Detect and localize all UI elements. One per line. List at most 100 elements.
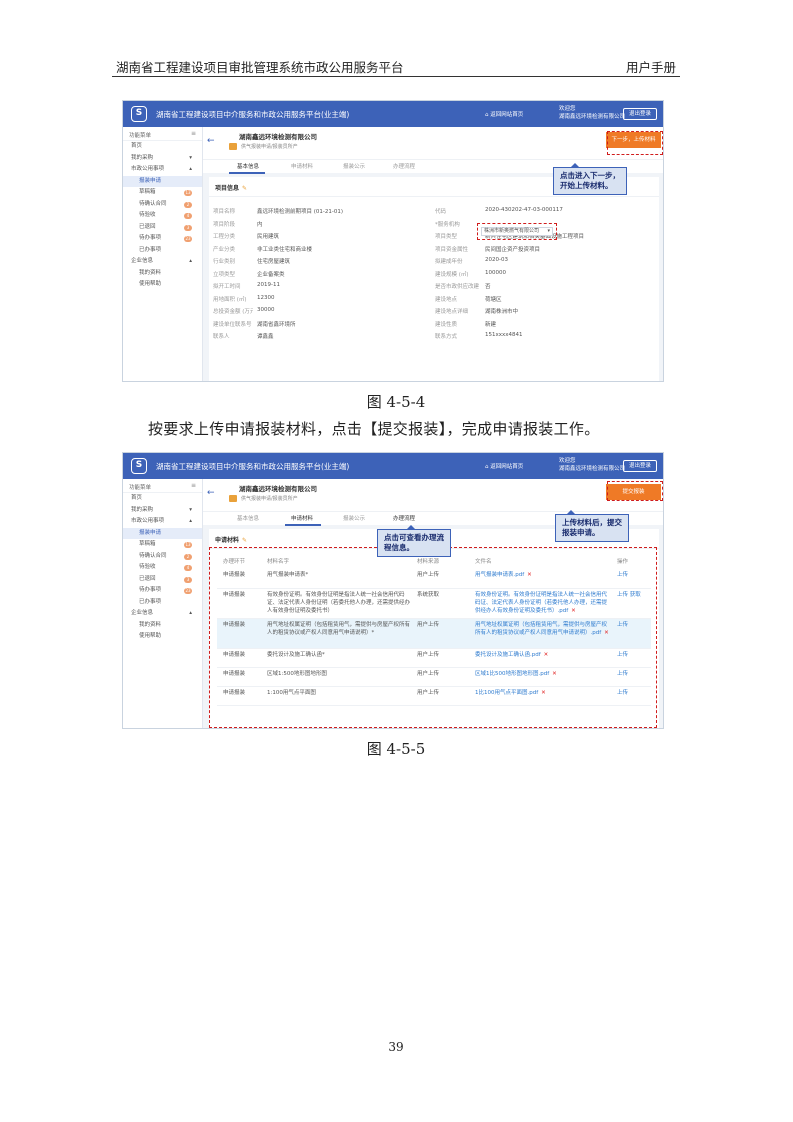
field-label: 是否市政供应改建: [435, 284, 479, 290]
sidebar-item-label: 待验收: [139, 212, 156, 218]
logout-button[interactable]: 退出登录: [623, 108, 657, 120]
sidebar-item-label: 使用帮助: [139, 633, 162, 639]
sidebar-item-label: 企业信息: [131, 258, 154, 264]
sidebar-item[interactable]: 使用帮助: [123, 631, 202, 643]
sidebar-item[interactable]: 我的采购 ▾: [123, 153, 202, 165]
sidebar-item-label: 我的资料: [139, 621, 162, 628]
field-label: 行业类别: [213, 259, 236, 265]
field-label: 拟开工时间: [213, 284, 241, 290]
sidebar-item[interactable]: 待确认合同 2: [123, 551, 202, 563]
field-value: 民间国企资产投资项目: [485, 246, 541, 253]
user-info: 欢迎您 湖南鑫远环境检测有限公司: [559, 458, 626, 472]
header-title: 湖南省工程建设项目审批管理系统市政公用服务平台: [116, 60, 404, 75]
sidebar-item-label: 报装申请: [139, 529, 162, 536]
sidebar-item[interactable]: 报装申请: [123, 175, 202, 187]
tab-basic-info[interactable]: 基本信息: [237, 514, 259, 522]
count-badge: 23: [184, 236, 192, 242]
tab-materials[interactable]: 申请材料: [291, 162, 313, 170]
logout-button[interactable]: 退出登录: [623, 460, 657, 472]
sidebar-item-label: 已退回: [139, 575, 156, 582]
tab-process[interactable]: 办理流程: [393, 162, 415, 170]
sidebar-item-label: 草稿箱: [139, 541, 156, 547]
app-topbar: S 湖南省工程建设项目中介服务和市政公用服务平台(业主端) ⌂ 返回网站首页 欢…: [123, 101, 663, 127]
sidebar-item[interactable]: 草稿箱 13: [123, 187, 202, 199]
sidebar-item-label: 已退回: [139, 223, 156, 230]
sidebar-item-label: 我的资料: [139, 269, 162, 276]
app-logo-icon: S: [131, 106, 147, 122]
sidebar-item[interactable]: 我的资料: [123, 268, 202, 280]
folder-icon: [229, 495, 237, 502]
company-bar: ← 湖南鑫远环境检测有限公司 供气报装申请/报装员所产 下一步，上传材料: [203, 127, 663, 159]
menu-toggle-icon[interactable]: ≡: [191, 482, 196, 489]
menu-toggle-icon[interactable]: ≡: [191, 130, 196, 137]
field-value: 湖南株洲市中: [485, 309, 519, 315]
field-label: *服务机构: [435, 221, 460, 228]
app-title: 湖南省工程建设项目中介服务和市政公用服务平台(业主端): [156, 110, 350, 119]
tab-basic-info[interactable]: 基本信息: [237, 162, 259, 170]
app-title: 湖南省工程建设项目中介服务和市政公用服务平台(业主端): [156, 462, 350, 471]
project-info-card: 项目信息 ✎ 项目名称 鑫远环境检测前期项目 (01-21-01) 项目阶段 内工程分类…: [209, 177, 659, 381]
return-home-link[interactable]: ⌂ 返回网站首页: [485, 462, 523, 470]
chevron-icon: ▾: [189, 506, 192, 513]
tab-publicity[interactable]: 报装公示: [343, 514, 365, 522]
field-value: 民用建筑: [257, 234, 280, 240]
count-badge: 13: [184, 190, 192, 196]
field-value: 151xxxx4841: [485, 332, 523, 338]
field-value: 非工业类住宅和商业楼: [257, 246, 313, 253]
tab-materials[interactable]: 申请材料: [291, 514, 313, 522]
field-value: 12300: [257, 294, 275, 301]
sidebar: 功能菜单 ≡ 首页 我的采购 ▾ 市政公用事项 ▴ 报装申请 草稿箱 13 待确认合同 2 待验收 4 已…: [123, 479, 203, 728]
sidebar-item[interactable]: 企业信息 ▴: [123, 256, 202, 268]
field-label: 项目类型: [435, 234, 458, 240]
sidebar-item[interactable]: 待办事项 23: [123, 233, 202, 245]
chevron-icon: ▾: [189, 154, 192, 161]
sidebar-item[interactable]: 市政公用事项 ▴: [123, 516, 202, 528]
callout-next: 点击进入下一步， 开始上传材料。: [553, 163, 627, 195]
field-label: 建设单位联系号: [213, 321, 252, 328]
sidebar-item[interactable]: 我的资料: [123, 620, 202, 632]
sidebar-item[interactable]: 报装申请: [123, 527, 202, 539]
company-sub: 供气报装申请/报装员所产: [241, 144, 298, 150]
edit-icon: ✎: [242, 537, 248, 544]
field-value: 荷塘区: [485, 296, 502, 303]
page-header: 湖南省工程建设项目审批管理系统市政公用服务平台 用户手册: [112, 55, 680, 77]
field-value: 30000: [257, 307, 275, 313]
field-label: 产业分类: [213, 246, 236, 253]
tab-indicator: [229, 172, 265, 174]
sidebar-item[interactable]: 企业信息 ▴: [123, 608, 202, 620]
chevron-icon: ▴: [189, 610, 192, 616]
sidebar-item[interactable]: 草稿箱 13: [123, 539, 202, 551]
sidebar-item[interactable]: 市政公用事项 ▴: [123, 164, 202, 176]
main-area: ← 湖南鑫远环境检测有限公司 供气报装申请/报装员所产 下一步，上传材料 基本信…: [203, 127, 663, 381]
sidebar-item-label: 我的采购: [131, 506, 154, 513]
count-badge: 13: [184, 542, 192, 548]
field-value: 企业备案类: [257, 271, 285, 278]
back-arrow-icon[interactable]: ←: [207, 136, 215, 146]
sidebar-item[interactable]: 首页: [123, 493, 202, 505]
sidebar-item[interactable]: 已退回 3: [123, 574, 202, 586]
sidebar-item[interactable]: 我的采购 ▾: [123, 505, 202, 517]
tab-publicity[interactable]: 报装公示: [343, 162, 365, 170]
field-label: 拟建成年份: [435, 259, 463, 265]
sidebar-item[interactable]: 待办事项 23: [123, 585, 202, 597]
sidebar-item[interactable]: 待验收 4: [123, 562, 202, 574]
app-logo-icon: S: [131, 458, 147, 474]
field-value: 住宅房屋建筑: [257, 259, 291, 265]
sidebar-item[interactable]: 已退回 3: [123, 222, 202, 234]
return-home-link[interactable]: ⌂ 返回网站首页: [485, 110, 523, 118]
back-arrow-icon[interactable]: ←: [207, 488, 215, 498]
highlight-materials: [209, 547, 657, 728]
sidebar-item[interactable]: 待确认合同 2: [123, 199, 202, 211]
sidebar-item[interactable]: 首页: [123, 141, 202, 153]
field-value: 2020-03: [485, 257, 508, 263]
callout-flow: 点击可查看办理流 程信息。: [377, 525, 451, 557]
sidebar-item[interactable]: 已办事项: [123, 245, 202, 257]
field-value: 鑫远环境检测前期项目 (01-21-01): [257, 209, 344, 215]
sidebar-item-label: 已办事项: [139, 598, 162, 605]
count-badge: 2: [184, 201, 192, 208]
sidebar-item[interactable]: 已办事项: [123, 597, 202, 609]
field-label: 联系方式: [435, 334, 458, 340]
sidebar-item[interactable]: 使用帮助: [123, 279, 202, 291]
sidebar-item[interactable]: 待验收 4: [123, 210, 202, 222]
edit-icon: ✎: [242, 185, 248, 192]
